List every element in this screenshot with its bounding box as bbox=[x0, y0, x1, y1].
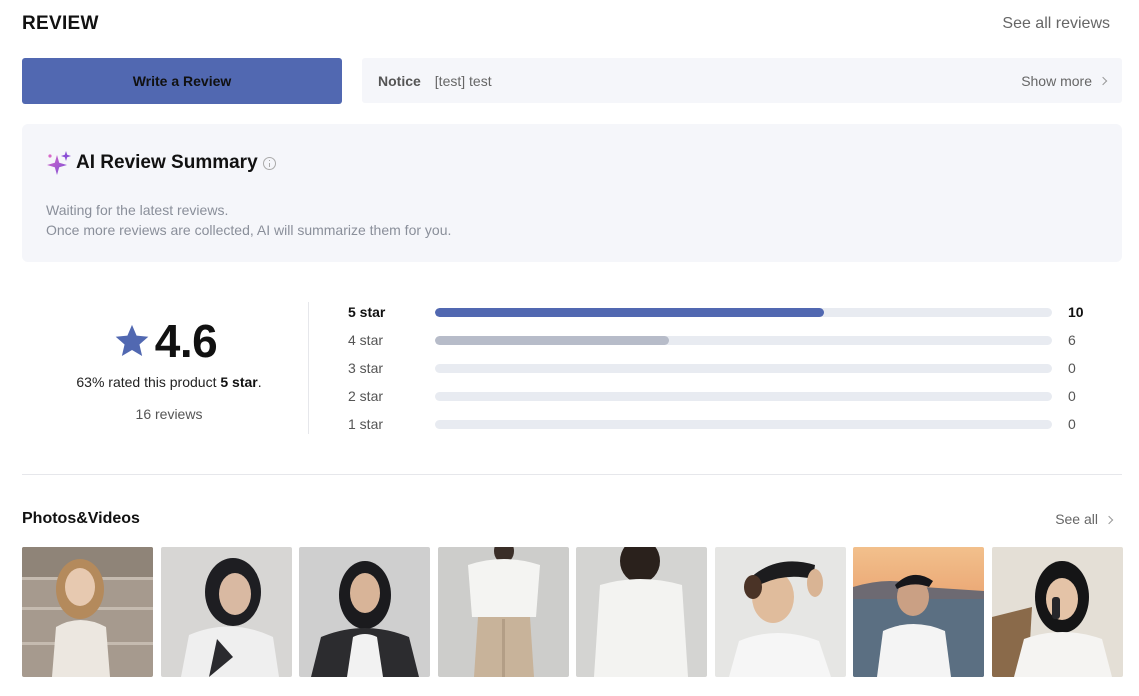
chevron-right-icon bbox=[1104, 515, 1114, 524]
review-header: REVIEW See all reviews bbox=[22, 10, 1110, 38]
rating-bar-track bbox=[435, 420, 1052, 429]
ai-summary-line1: Waiting for the latest reviews. bbox=[46, 202, 229, 218]
rating-label: 3 star bbox=[348, 360, 384, 376]
review-photo[interactable] bbox=[576, 547, 707, 677]
rating-count: 0 bbox=[1068, 360, 1076, 376]
photos-header: Photos&Videos See all bbox=[22, 510, 1114, 528]
rated-suffix: . bbox=[257, 374, 262, 390]
see-all-reviews-link[interactable]: See all reviews bbox=[1002, 15, 1110, 33]
score-value: 4.6 bbox=[154, 315, 218, 367]
photos-title: Photos&Videos bbox=[22, 510, 140, 527]
review-photo[interactable] bbox=[299, 547, 430, 677]
rating-row-1: 1 star 0 bbox=[348, 416, 1098, 444]
rating-row-5: 5 star 10 bbox=[348, 304, 1098, 332]
review-photo[interactable] bbox=[714, 547, 846, 677]
review-photo[interactable] bbox=[160, 547, 292, 677]
reviews-count: 16 reviews bbox=[135, 406, 203, 422]
rating-label: 1 star bbox=[348, 416, 384, 432]
review-photo[interactable] bbox=[22, 547, 153, 677]
rating-row-4: 4 star 6 bbox=[348, 332, 1098, 360]
ai-summary-title: AI Review Summary bbox=[76, 152, 258, 173]
average-score: 4.6 bbox=[22, 314, 308, 368]
rating-count: 0 bbox=[1068, 416, 1076, 432]
rating-row-2: 2 star 0 bbox=[348, 388, 1098, 416]
review-photo[interactable] bbox=[853, 547, 984, 677]
review-photo[interactable] bbox=[437, 547, 569, 677]
write-review-button[interactable]: Write a Review bbox=[22, 58, 342, 104]
review-photo[interactable] bbox=[991, 547, 1123, 677]
rating-divider bbox=[308, 302, 309, 434]
rating-bar-track bbox=[435, 392, 1052, 401]
rating-bar-fill bbox=[435, 336, 670, 345]
rating-label: 5 star bbox=[348, 304, 386, 320]
ai-summary-panel: AI Review Summary Waiting for the latest… bbox=[22, 124, 1122, 262]
rating-label: 4 star bbox=[348, 332, 384, 348]
rating-bar-track bbox=[435, 308, 1052, 317]
show-more-link[interactable]: Show more bbox=[1021, 72, 1108, 89]
see-all-photos-link[interactable]: See all bbox=[1055, 511, 1114, 527]
notice-label: Notice bbox=[378, 72, 421, 89]
section-title: REVIEW bbox=[22, 13, 99, 34]
notice-text: [test] test bbox=[434, 72, 492, 89]
rating-distribution: 5 star 10 4 star 6 3 star 0 2 star 0 1 s… bbox=[348, 304, 1098, 444]
ai-summary-heading: AI Review Summary bbox=[46, 150, 276, 176]
rating-count: 10 bbox=[1068, 304, 1084, 320]
photo-strip bbox=[22, 547, 1123, 677]
ai-summary-line2: Once more reviews are collected, AI will… bbox=[46, 222, 452, 238]
rated-bold: 5 star bbox=[220, 374, 258, 390]
see-all-label: See all bbox=[1055, 511, 1098, 527]
rating-count: 0 bbox=[1068, 388, 1076, 404]
rating-bar-track bbox=[435, 336, 1052, 345]
ai-summary-message: Waiting for the latest reviews. Once mor… bbox=[46, 200, 451, 240]
notice-bar[interactable]: Notice [test] test Show more bbox=[362, 58, 1122, 103]
rated-text: 63% rated this product 5 star. bbox=[22, 374, 316, 390]
rating-bar-fill bbox=[435, 308, 824, 317]
rating-count: 6 bbox=[1068, 332, 1076, 348]
chevron-right-icon bbox=[1098, 76, 1108, 86]
rating-bar-track bbox=[435, 364, 1052, 373]
section-divider bbox=[22, 474, 1122, 475]
rated-prefix: 63% rated this product bbox=[76, 374, 221, 390]
rating-row-3: 3 star 0 bbox=[348, 360, 1098, 388]
info-icon[interactable] bbox=[262, 156, 276, 170]
rating-label: 2 star bbox=[348, 388, 384, 404]
sparkle-icon bbox=[47, 151, 71, 175]
star-icon bbox=[115, 324, 149, 357]
rating-overview: 4.6 63% rated this product 5 star. 16 re… bbox=[22, 300, 308, 434]
show-more-label: Show more bbox=[1021, 72, 1092, 89]
